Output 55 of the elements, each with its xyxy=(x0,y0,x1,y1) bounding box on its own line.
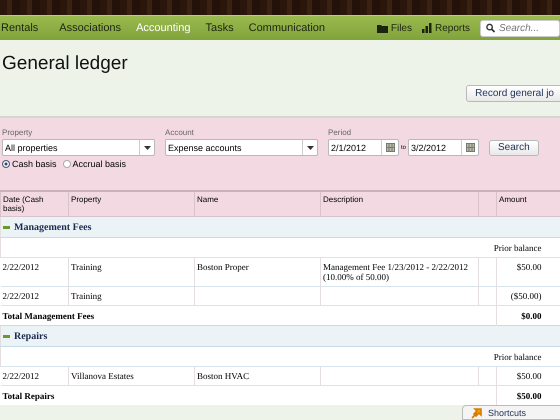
column-header: Description xyxy=(320,191,478,216)
table-cell: 2/22/2012 xyxy=(2,371,40,381)
folder-icon xyxy=(376,24,388,32)
table-cell: $50.00 xyxy=(516,371,542,381)
date-field[interactable]: 2/1/2012 xyxy=(328,139,399,156)
table-cell: Villanova Estates xyxy=(71,371,134,381)
calendar-icon xyxy=(466,143,475,152)
nav-tab[interactable]: Communication xyxy=(246,16,338,40)
basis-radio[interactable]: Accrual basis xyxy=(62,159,126,169)
column-header: Property xyxy=(68,191,194,216)
caret-icon xyxy=(144,146,150,150)
field-label: Period xyxy=(328,128,352,137)
shortcuts-button[interactable]: Shortcuts xyxy=(462,405,560,420)
search-input[interactable]: Search... xyxy=(499,22,559,34)
record-journal-button[interactable]: Record general jo xyxy=(466,85,560,102)
search-icon xyxy=(486,23,495,33)
prior-balance-label: Prior balance xyxy=(494,242,542,252)
search-button[interactable]: Search xyxy=(489,140,539,156)
table-cell: Boston HVAC xyxy=(197,371,250,381)
caret-icon xyxy=(306,146,314,150)
total-label: Total Management Fees xyxy=(2,310,94,320)
calendar-icon xyxy=(386,143,394,152)
table-cell: Training xyxy=(71,291,102,301)
nav-tab[interactable]: Associations xyxy=(57,16,134,40)
nav-tab[interactable]: Tasks xyxy=(204,16,247,40)
column-header: Amount xyxy=(496,191,560,216)
total-label: Total Repairs xyxy=(2,390,54,400)
nav-link[interactable]: Files xyxy=(376,22,412,34)
column-header: Date (Cash basis) xyxy=(0,191,68,216)
field-label: Property xyxy=(2,128,34,137)
search-field[interactable]: Search... xyxy=(480,20,560,36)
account-dropdown[interactable]: Expense accounts xyxy=(165,139,318,156)
page-title: General ledger xyxy=(1,52,129,75)
table-cell: ($50.00) xyxy=(510,291,542,301)
date-field[interactable]: 3/2/2012 xyxy=(408,139,480,156)
group-title: Repairs xyxy=(14,330,48,342)
prior-balance-label: Prior balance xyxy=(494,352,542,362)
bar-chart-icon xyxy=(422,23,432,33)
collapse-icon[interactable] xyxy=(3,334,10,338)
total-amount: $50.00 xyxy=(516,390,542,400)
table-cell: 2/22/2012 xyxy=(2,262,40,272)
table-cell: $50.00 xyxy=(516,262,542,272)
property-dropdown[interactable]: All properties xyxy=(2,139,155,156)
collapse-icon[interactable] xyxy=(3,226,10,228)
table-cell: 2/22/2012 xyxy=(2,291,40,301)
basis-radio[interactable]: Cash basis xyxy=(2,159,57,169)
column-header: Name xyxy=(194,191,320,216)
group-title: Management Fees xyxy=(14,222,92,232)
nav-tab[interactable]: Rentals xyxy=(0,16,52,40)
table-cell: Training xyxy=(71,262,102,272)
table-cell-text: Management Fee 1/23/2012 - 2/22/2012 (10.00% of 50.00) xyxy=(323,262,469,282)
total-amount: $0.00 xyxy=(521,310,542,320)
table-cell: Boston Proper xyxy=(197,262,249,272)
field-label: Account xyxy=(165,128,195,137)
nav-link[interactable]: Reports xyxy=(422,22,470,34)
